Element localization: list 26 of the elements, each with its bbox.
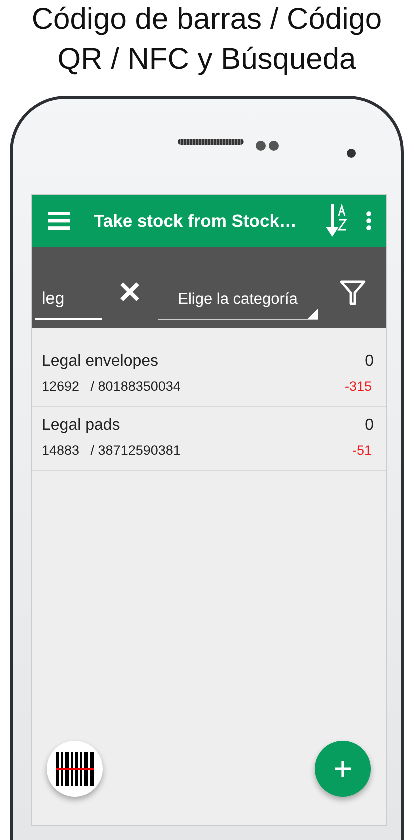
filter-icon[interactable]	[340, 280, 366, 306]
item-name: Legal pads	[42, 417, 120, 435]
headline-text: QR / NFC y Búsqueda	[58, 42, 356, 78]
item-difference: -51	[352, 443, 373, 458]
sort-icon[interactable]	[326, 203, 348, 239]
item-code: 14883 / 38712590381	[42, 443, 181, 458]
item-quantity: 0	[365, 417, 374, 435]
item-code: 12692 / 80188350034	[42, 379, 181, 394]
menu-icon[interactable]	[48, 212, 70, 230]
dropdown-arrow-icon	[308, 309, 318, 319]
close-icon[interactable]	[120, 282, 140, 302]
item-quantity: 0	[365, 353, 374, 371]
add-button[interactable]	[315, 741, 371, 797]
item-name: Legal envelopes	[42, 353, 159, 371]
camera-dot	[347, 149, 356, 158]
plus-icon	[334, 760, 352, 778]
speaker-grille	[178, 139, 244, 145]
toolbar-title: Take stock from Stock…	[93, 210, 298, 232]
sensor-dots	[256, 141, 279, 151]
item-difference: -315	[344, 379, 373, 394]
search-field[interactable]: leg	[35, 280, 102, 320]
barcode-icon	[56, 752, 94, 786]
barcode-scan-button[interactable]	[47, 741, 103, 797]
category-dropdown[interactable]: Elige la categoría	[158, 281, 318, 320]
headline-text: Código de barras / Código	[32, 2, 382, 38]
more-icon[interactable]	[366, 211, 372, 231]
